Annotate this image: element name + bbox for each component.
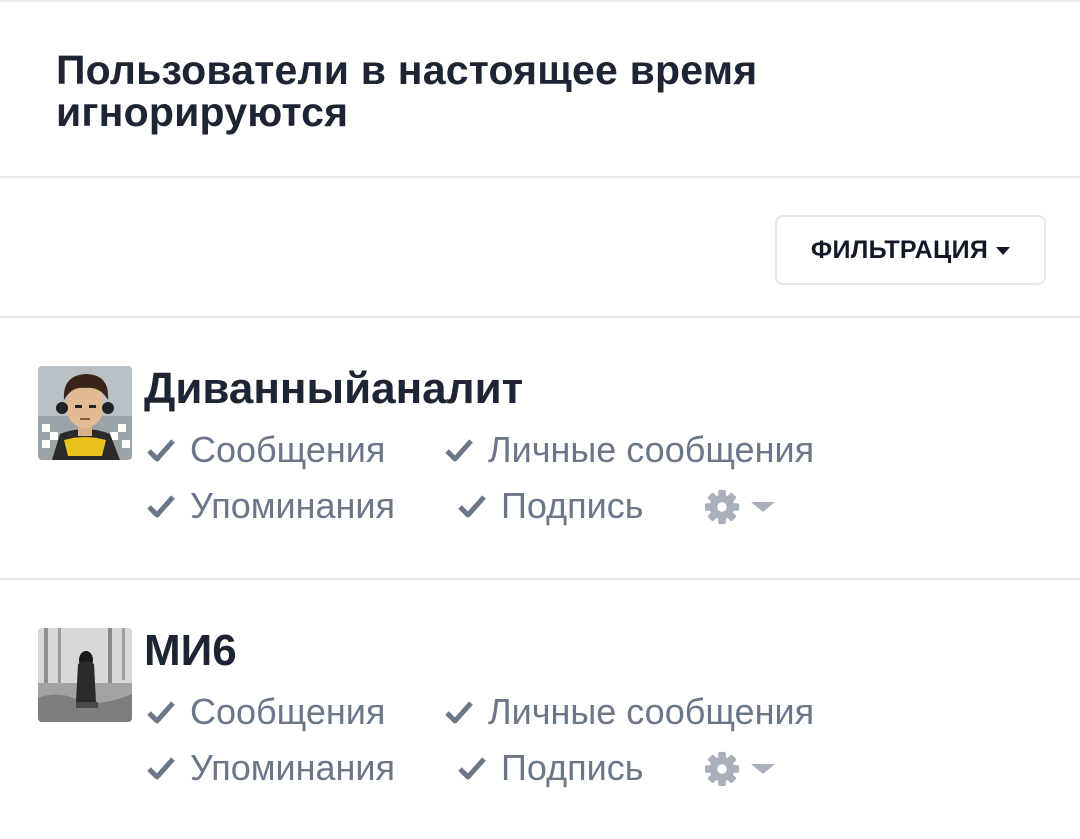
caret-down-icon <box>751 502 775 512</box>
ignore-option-signature[interactable]: Подпись <box>457 748 643 788</box>
caret-down-icon <box>996 247 1011 255</box>
option-label: Упоминания <box>190 747 396 788</box>
ignored-user-row: Диванныйаналит Сообщения Личные сообщени… <box>0 318 1080 580</box>
filter-toolbar: ФИЛЬТРАЦИЯ <box>0 178 1080 318</box>
check-icon <box>445 439 473 462</box>
filter-dropdown-button[interactable]: ФИЛЬТРАЦИЯ <box>775 215 1046 285</box>
check-icon <box>458 495 486 518</box>
ignore-option-signature[interactable]: Подпись <box>457 486 643 526</box>
gear-icon <box>704 751 740 787</box>
ignore-option-private-messages[interactable]: Личные сообщения <box>444 692 814 732</box>
check-icon <box>458 757 486 780</box>
ignore-option-messages[interactable]: Сообщения <box>146 692 385 732</box>
user-settings-dropdown[interactable] <box>703 488 775 526</box>
user-settings-dropdown[interactable] <box>703 750 775 788</box>
option-label: Личные сообщения <box>488 691 815 732</box>
caret-down-icon <box>751 764 775 774</box>
option-label: Подпись <box>501 747 644 788</box>
option-label: Сообщения <box>190 429 386 470</box>
user-name-link[interactable]: МИ6 <box>144 626 237 676</box>
user-name-link[interactable]: Диванныйаналит <box>144 364 523 414</box>
check-icon <box>445 701 473 724</box>
gear-icon <box>704 489 740 525</box>
user-avatar[interactable] <box>38 628 132 722</box>
ignore-option-messages[interactable]: Сообщения <box>146 430 385 470</box>
check-icon <box>147 439 175 462</box>
check-icon <box>147 495 175 518</box>
page-header: Пользователи в настоящее время игнорирую… <box>0 2 1080 178</box>
filter-button-label: ФИЛЬТРАЦИЯ <box>810 235 989 264</box>
option-label: Подпись <box>501 485 644 526</box>
option-label: Сообщения <box>190 691 386 732</box>
check-icon <box>147 757 175 780</box>
page-title: Пользователи в настоящее время игнорирую… <box>56 47 758 135</box>
ignore-option-mentions[interactable]: Упоминания <box>146 486 395 526</box>
ignored-user-row: МИ6 Сообщения Личные сообщения Упоминани… <box>0 580 1080 839</box>
option-label: Упоминания <box>190 485 396 526</box>
user-avatar[interactable] <box>38 366 132 460</box>
ignore-option-private-messages[interactable]: Личные сообщения <box>444 430 814 470</box>
option-label: Личные сообщения <box>488 429 815 470</box>
check-icon <box>147 701 175 724</box>
ignore-option-mentions[interactable]: Упоминания <box>146 748 395 788</box>
